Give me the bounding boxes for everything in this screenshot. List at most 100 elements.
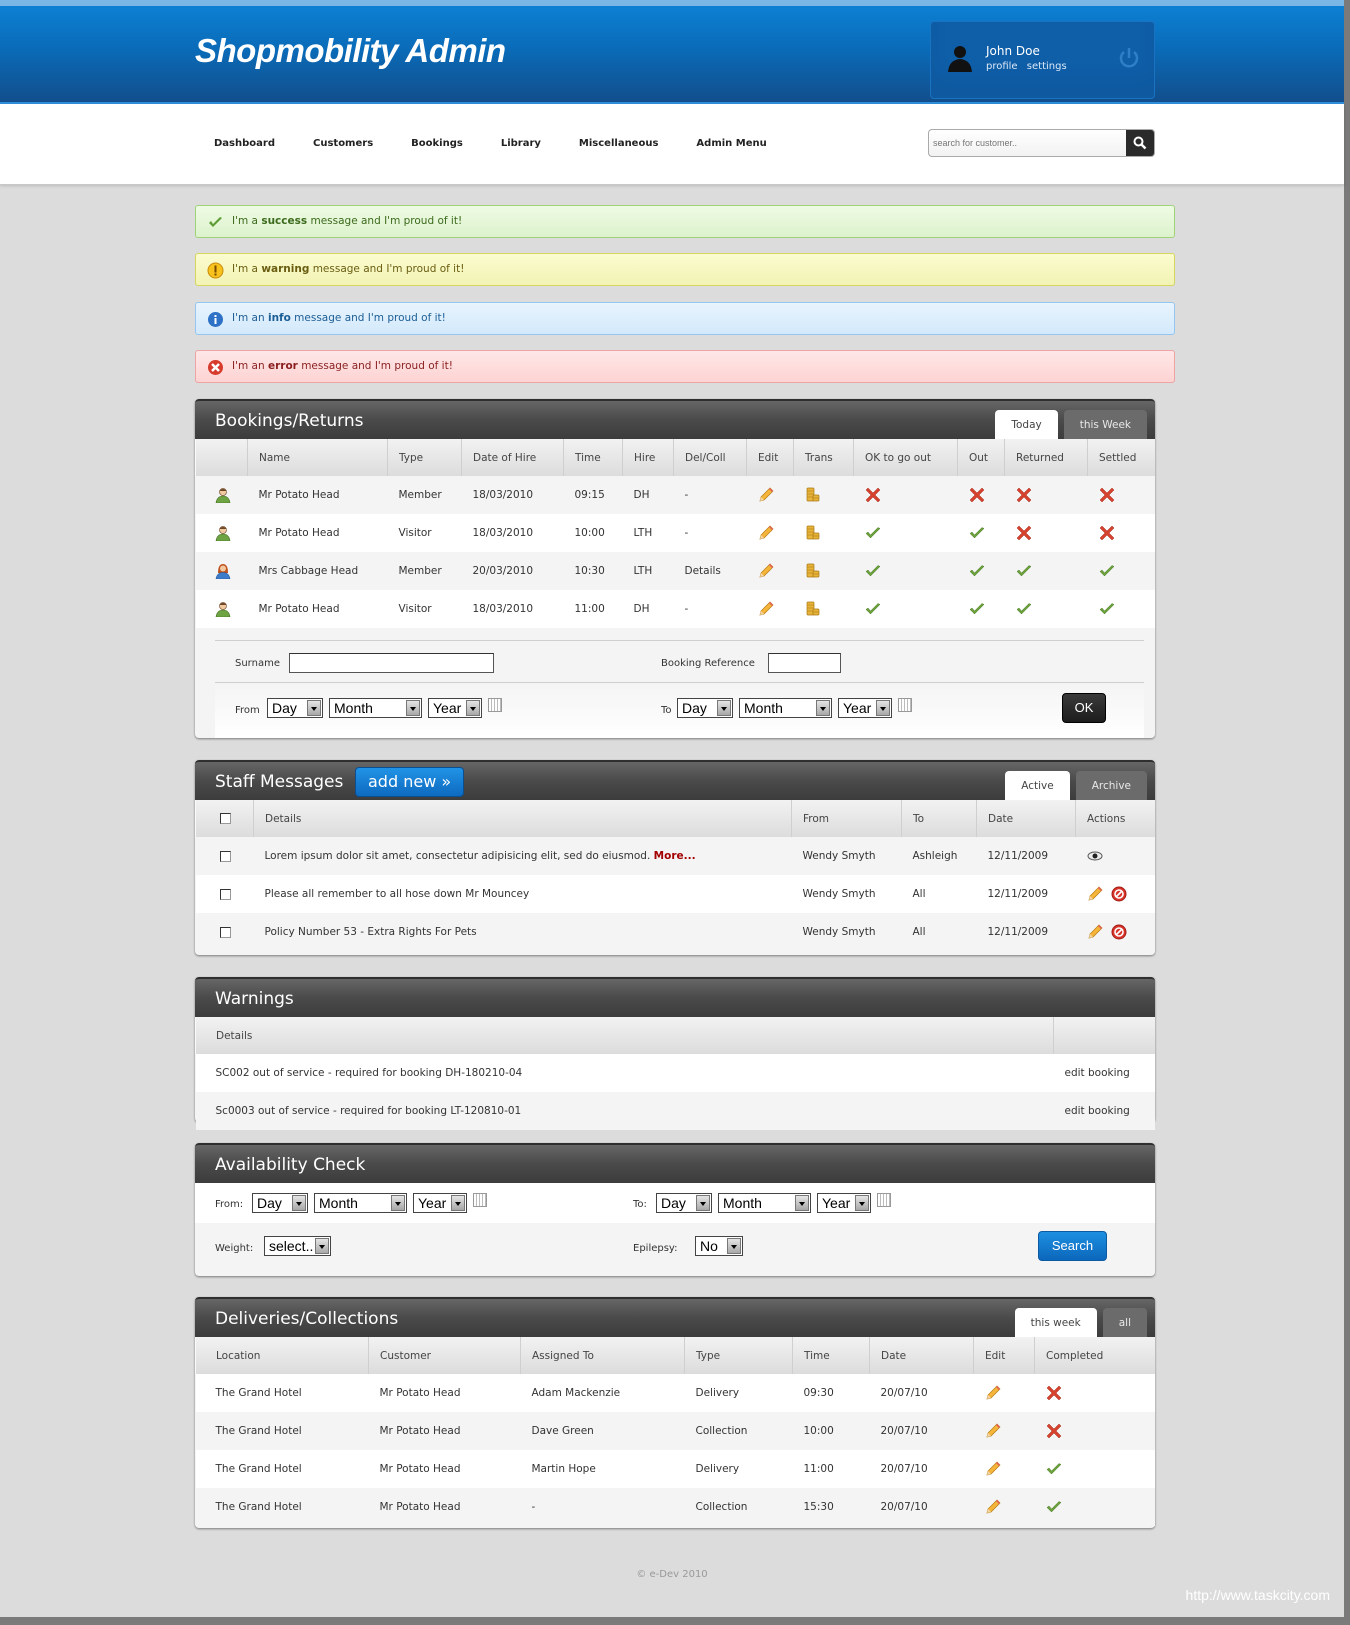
edit-cell bbox=[973, 1412, 1035, 1450]
check-icon bbox=[209, 217, 222, 227]
pencil-icon[interactable] bbox=[758, 487, 774, 502]
profile-link[interactable]: profile bbox=[986, 61, 1018, 72]
cross-icon[interactable] bbox=[969, 487, 985, 503]
to-year-select[interactable]: Year bbox=[838, 698, 892, 718]
message-from: Wendy Smyth bbox=[791, 913, 902, 951]
pencil-icon[interactable] bbox=[985, 1423, 1001, 1438]
check-icon[interactable] bbox=[969, 565, 985, 577]
nav-dashboard[interactable]: Dashboard bbox=[214, 138, 275, 149]
eye-icon[interactable] bbox=[1087, 850, 1103, 862]
tab-active[interactable]: Active bbox=[1005, 771, 1070, 800]
cross-icon[interactable] bbox=[1099, 487, 1115, 503]
booking-name: Mr Potato Head bbox=[247, 590, 388, 628]
calendar-icon[interactable] bbox=[473, 1193, 487, 1207]
pencil-icon[interactable] bbox=[985, 1385, 1001, 1400]
nav-library[interactable]: Library bbox=[501, 138, 541, 149]
cross-icon[interactable] bbox=[865, 487, 881, 503]
ok-button[interactable]: OK bbox=[1062, 693, 1106, 723]
booking-delcoll[interactable]: Details bbox=[673, 552, 747, 590]
surname-input[interactable] bbox=[289, 653, 494, 673]
booking-date: 20/03/2010 bbox=[461, 552, 564, 590]
col-to: To bbox=[901, 800, 977, 837]
tab-today[interactable]: Today bbox=[995, 410, 1058, 439]
booking-reference-input[interactable] bbox=[768, 653, 841, 673]
pencil-icon[interactable] bbox=[758, 601, 774, 616]
coins-icon[interactable] bbox=[805, 563, 821, 578]
avail-to-day-select[interactable]: Day bbox=[656, 1193, 712, 1213]
to-month-select[interactable]: Month bbox=[739, 698, 832, 718]
nav-admin-menu[interactable]: Admin Menu bbox=[696, 138, 766, 149]
from-day-select[interactable]: Day bbox=[267, 698, 323, 718]
check-icon[interactable] bbox=[865, 565, 881, 577]
ok-cell bbox=[853, 476, 958, 514]
power-icon[interactable] bbox=[1118, 46, 1140, 70]
row-checkbox[interactable] bbox=[219, 926, 231, 938]
settings-link[interactable]: settings bbox=[1027, 61, 1067, 72]
tab-this-week[interactable]: this Week bbox=[1063, 410, 1147, 439]
exclamation-icon bbox=[207, 262, 224, 279]
pencil-icon[interactable] bbox=[758, 525, 774, 540]
nav-bookings[interactable]: Bookings bbox=[411, 138, 463, 149]
window-frame-bottom bbox=[0, 1617, 1350, 1625]
cross-icon[interactable] bbox=[1046, 1423, 1062, 1439]
watermark: http://www.taskcity.com bbox=[1185, 1587, 1330, 1603]
check-icon[interactable] bbox=[865, 603, 881, 615]
delivery-type: Collection bbox=[684, 1488, 793, 1526]
check-icon[interactable] bbox=[969, 527, 985, 539]
edit-booking-link[interactable]: edit booking bbox=[1053, 1092, 1155, 1130]
calendar-icon[interactable] bbox=[877, 1193, 891, 1207]
booking-row: Mr Potato Head Member 18/03/2010 09:15 DH - bbox=[195, 476, 1155, 514]
avail-from-year-select[interactable]: Year bbox=[413, 1193, 467, 1213]
epilepsy-select[interactable]: No bbox=[695, 1236, 743, 1256]
from-month-select[interactable]: Month bbox=[329, 698, 422, 718]
edit-booking-link[interactable]: edit booking bbox=[1053, 1054, 1155, 1092]
pencil-icon[interactable] bbox=[985, 1499, 1001, 1514]
check-icon[interactable] bbox=[865, 527, 881, 539]
select-all-checkbox[interactable] bbox=[220, 813, 231, 824]
cross-icon[interactable] bbox=[1046, 1385, 1062, 1401]
delete-icon[interactable] bbox=[1111, 886, 1127, 902]
staff-message-row: Please all remember to all hose down Mr … bbox=[195, 875, 1155, 913]
coins-icon[interactable] bbox=[805, 487, 821, 502]
from-year-select[interactable]: Year bbox=[428, 698, 482, 718]
calendar-icon[interactable] bbox=[898, 698, 912, 712]
pencil-icon[interactable] bbox=[758, 563, 774, 578]
booking-row: Mr Potato Head Visitor 18/03/2010 10:00 LTH - bbox=[195, 514, 1155, 552]
row-checkbox[interactable] bbox=[219, 850, 231, 862]
check-icon[interactable] bbox=[1099, 565, 1115, 577]
calendar-icon[interactable] bbox=[488, 698, 502, 712]
tab-all[interactable]: all bbox=[1102, 1308, 1147, 1337]
add-new-button[interactable]: add new » bbox=[355, 767, 465, 797]
availability-search-button[interactable]: Search bbox=[1038, 1231, 1107, 1261]
search-input[interactable] bbox=[929, 130, 1127, 156]
avail-from-month-select[interactable]: Month bbox=[314, 1193, 407, 1213]
pencil-icon[interactable] bbox=[1087, 886, 1103, 901]
check-icon[interactable] bbox=[1046, 1463, 1062, 1475]
delivery-date: 20/07/10 bbox=[869, 1450, 974, 1488]
check-icon[interactable] bbox=[1046, 1501, 1062, 1513]
coins-icon[interactable] bbox=[805, 601, 821, 616]
tab-this-week[interactable]: this week bbox=[1014, 1308, 1097, 1337]
cross-icon[interactable] bbox=[1016, 525, 1032, 541]
avail-from-day-select[interactable]: Day bbox=[252, 1193, 308, 1213]
more-link[interactable]: More... bbox=[654, 850, 696, 862]
to-day-select[interactable]: Day bbox=[677, 698, 733, 718]
delete-icon[interactable] bbox=[1111, 924, 1127, 940]
coins-icon[interactable] bbox=[805, 525, 821, 540]
tab-archive[interactable]: Archive bbox=[1075, 771, 1147, 800]
avail-to-month-select[interactable]: Month bbox=[718, 1193, 811, 1213]
check-icon[interactable] bbox=[1016, 565, 1032, 577]
pencil-icon[interactable] bbox=[1087, 924, 1103, 939]
cross-icon[interactable] bbox=[1016, 487, 1032, 503]
pencil-icon[interactable] bbox=[985, 1461, 1001, 1476]
row-checkbox[interactable] bbox=[219, 888, 231, 900]
avail-to-year-select[interactable]: Year bbox=[817, 1193, 871, 1213]
check-icon[interactable] bbox=[1099, 603, 1115, 615]
cross-icon[interactable] bbox=[1099, 525, 1115, 541]
check-icon[interactable] bbox=[969, 603, 985, 615]
search-button[interactable] bbox=[1126, 130, 1154, 156]
check-icon[interactable] bbox=[1016, 603, 1032, 615]
nav-miscellaneous[interactable]: Miscellaneous bbox=[579, 138, 659, 149]
nav-customers[interactable]: Customers bbox=[313, 138, 373, 149]
weight-select[interactable]: select.. bbox=[264, 1236, 331, 1256]
